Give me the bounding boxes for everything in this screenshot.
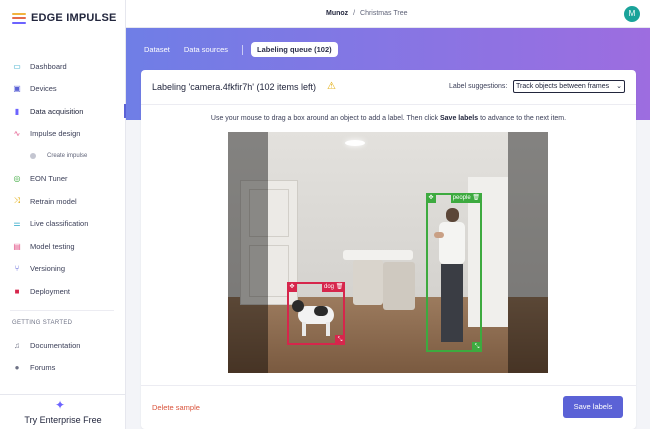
target-icon: ◎ (13, 174, 21, 184)
breadcrumb: Munoz / Christmas Tree (326, 10, 408, 17)
trash-icon[interactable]: 🗑 (336, 284, 344, 290)
tab-divider (242, 44, 244, 55)
move-icon[interactable]: ✥ (426, 193, 436, 203)
getting-started-heading: GETTING STARTED (12, 320, 73, 326)
frame-shade-right (508, 132, 548, 373)
sidebar-item-retrain-model[interactable]: ⤨ Retrain model (0, 190, 126, 213)
frame-shade-left (228, 132, 268, 373)
chevron-down-icon: ⌄ (616, 83, 622, 90)
tab-labeling-queue[interactable]: Labeling queue (102) (251, 42, 338, 57)
scene-table (343, 250, 413, 260)
bounding-box-label[interactable]: dog 🗑 (322, 282, 346, 292)
bounding-box-dog[interactable]: ✥ dog 🗑 ⤡ (287, 282, 346, 345)
sidebar-item-devices[interactable]: ▣ Devices (0, 78, 126, 101)
sidebar-item-label: Data acquisition (30, 106, 84, 116)
shuffle-icon: ⤨ (13, 196, 21, 206)
sliders-icon: ⚌ (13, 219, 21, 229)
panel-header: Labeling 'camera.4fkfir7h' (102 items le… (141, 70, 636, 105)
sidebar-item-label: Dashboard (30, 61, 67, 71)
label-suggestions-label: Label suggestions: (449, 83, 508, 90)
sidebar-item-data-acquisition[interactable]: ▮ Data acquisition (0, 100, 126, 123)
tab-bar: Dataset Data sources Labeling queue (102… (144, 42, 352, 57)
sidebar-item-label: Deployment (30, 286, 71, 296)
breadcrumb-separator: / (353, 10, 356, 17)
delete-sample-link[interactable]: Delete sample (152, 403, 200, 412)
logo[interactable]: EDGE IMPULSE (12, 12, 117, 24)
instruction-text: Use your mouse to drag a box around an o… (141, 115, 636, 122)
sidebar-item-model-testing[interactable]: ▤ Model testing (0, 235, 126, 258)
resize-handle-icon[interactable]: ⤡ (335, 335, 345, 345)
sidebar-item-live-classification[interactable]: ⚌ Live classification (0, 213, 126, 236)
breadcrumb-project[interactable]: Christmas Tree (360, 10, 407, 17)
breadcrumb-user[interactable]: Munoz (326, 10, 348, 17)
warning-icon: ⚠ (327, 81, 336, 92)
sidebar-item-label: Retrain model (30, 196, 77, 206)
package-icon: ■ (14, 286, 20, 296)
label-suggestions-value: Track objects between frames (516, 83, 610, 90)
tab-data-sources[interactable]: Data sources (184, 45, 228, 54)
clipboard-icon: ▤ (13, 241, 21, 251)
scene-chair (353, 260, 383, 305)
monitor-icon: ▭ (13, 61, 21, 71)
ceiling-light (345, 140, 365, 146)
sidebar-item-label: Documentation (30, 340, 81, 350)
avatar[interactable]: M (624, 6, 640, 22)
move-icon[interactable]: ✥ (287, 282, 297, 292)
sidebar: EDGE IMPULSE ▭ Dashboard ▣ Devices ▮ Dat… (0, 0, 126, 429)
instruction-post: to advance to the next item. (478, 115, 567, 122)
dot-icon (30, 153, 36, 160)
sidebar-item-label: Live classification (30, 219, 89, 229)
sidebar-nav: ▭ Dashboard ▣ Devices ▮ Data acquisition… (0, 55, 126, 303)
sidebar-item-deployment[interactable]: ■ Deployment (0, 280, 126, 303)
top-bar: Munoz / Christmas Tree M (126, 0, 650, 28)
save-labels-button[interactable]: Save labels (563, 396, 623, 418)
bounding-box-people[interactable]: ✥ people 🗑 ⤡ (426, 193, 482, 352)
instruction-bold: Save labels (439, 115, 479, 122)
page-title: Labeling 'camera.4fkfir7h' (102 items le… (152, 82, 317, 92)
sidebar-item-label: Versioning (30, 264, 66, 274)
sidebar-item-documentation[interactable]: ♫ Documentation (0, 334, 126, 357)
sidebar-item-dashboard[interactable]: ▭ Dashboard (0, 55, 126, 78)
tab-dataset[interactable]: Dataset (144, 45, 170, 54)
scene-chair (383, 262, 415, 310)
cpu-icon: ▣ (13, 84, 21, 94)
sidebar-item-label: Model testing (30, 241, 75, 251)
enterprise-promo[interactable]: ✦ Try Enterprise Free (0, 394, 126, 429)
database-icon: ▮ (14, 106, 20, 116)
sidebar-item-label: Impulse design (30, 129, 81, 139)
sidebar-item-impulse-design[interactable]: ∿ Impulse design (0, 123, 126, 146)
book-icon: ♫ (14, 340, 20, 350)
pulse-icon: ∿ (13, 129, 21, 139)
trash-icon[interactable]: 🗑 (472, 195, 480, 201)
branch-icon: ⑂ (14, 264, 20, 274)
sidebar-item-create-impulse[interactable]: Create impulse (0, 145, 126, 168)
sidebar-item-versioning[interactable]: ⑂ Versioning (0, 258, 126, 281)
sidebar-divider (10, 310, 114, 311)
sidebar-item-forums[interactable]: ● Forums (0, 357, 126, 380)
sidebar-item-label: EON Tuner (30, 174, 68, 184)
getting-started-nav: ♫ Documentation ● Forums (0, 334, 126, 379)
brand-name: EDGE IMPULSE (31, 12, 117, 24)
logo-icon (12, 12, 26, 24)
label-suggestions-select[interactable]: Track objects between frames ⌄ (513, 80, 625, 93)
instruction-pre: Use your mouse to drag a box around an o… (210, 115, 440, 122)
bounding-box-label[interactable]: people 🗑 (450, 193, 482, 203)
panel-footer: Delete sample Save labels (141, 385, 636, 429)
resize-handle-icon[interactable]: ⤡ (472, 342, 482, 352)
sidebar-item-label: Forums (30, 363, 56, 373)
labeling-canvas[interactable]: ✥ dog 🗑 ⤡ ✥ people 🗑 ⤡ (228, 132, 548, 373)
sidebar-item-label: Devices (30, 84, 57, 94)
enterprise-label: Try Enterprise Free (24, 415, 102, 425)
labeling-panel: Labeling 'camera.4fkfir7h' (102 items le… (141, 70, 636, 429)
sidebar-item-label: Create impulse (47, 153, 88, 160)
chat-icon: ● (14, 363, 20, 373)
sidebar-item-eon-tuner[interactable]: ◎ EON Tuner (0, 168, 126, 191)
sparkle-icon: ✦ (55, 398, 66, 412)
